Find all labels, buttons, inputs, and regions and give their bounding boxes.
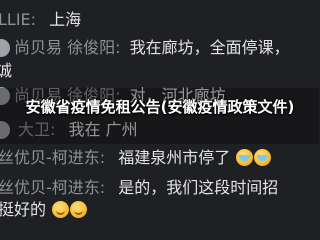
crying-face-icon (254, 149, 272, 166)
message-text: 上海 (49, 10, 82, 29)
message-text: 福建泉州市停了 (118, 148, 231, 167)
chat-message-continuation[interactable]: 挺好的 (0, 200, 88, 220)
chat-message[interactable]: 丝优贝-柯进东: 是的，我们这段时间招 (0, 178, 278, 198)
message-sender: 丝优贝-柯进东: (0, 178, 106, 197)
message-sender: 尚贝易 徐俊阳: (14, 38, 121, 57)
chat-message[interactable]: LLIE: 上海 (0, 10, 81, 30)
avatar[interactable] (0, 39, 10, 57)
crying-face-icon (236, 149, 254, 166)
message-text: 挺好的 (0, 200, 47, 219)
message-text: 诚 (0, 61, 13, 80)
grinning-face-icon (70, 201, 88, 218)
headline-caption: 安徽省疫情免租公告(安徽疫情政策文件) (25, 98, 295, 116)
chat-message-continuation[interactable]: 诚 (0, 61, 12, 81)
message-text: 我在廊坊，全面停课， (129, 38, 290, 57)
message-sender: LLIE: (0, 10, 37, 29)
chat-message[interactable]: 尚贝易 徐俊阳: 我在廊坊，全面停课， (14, 38, 290, 58)
message-sender: 丝优贝-柯进东: (0, 148, 106, 167)
message-text: 是的，我们这段时间招 (118, 178, 279, 197)
chat-message[interactable]: 丝优贝-柯进东: 福建泉州市停了 (0, 148, 272, 168)
grinning-face-icon (52, 201, 70, 218)
